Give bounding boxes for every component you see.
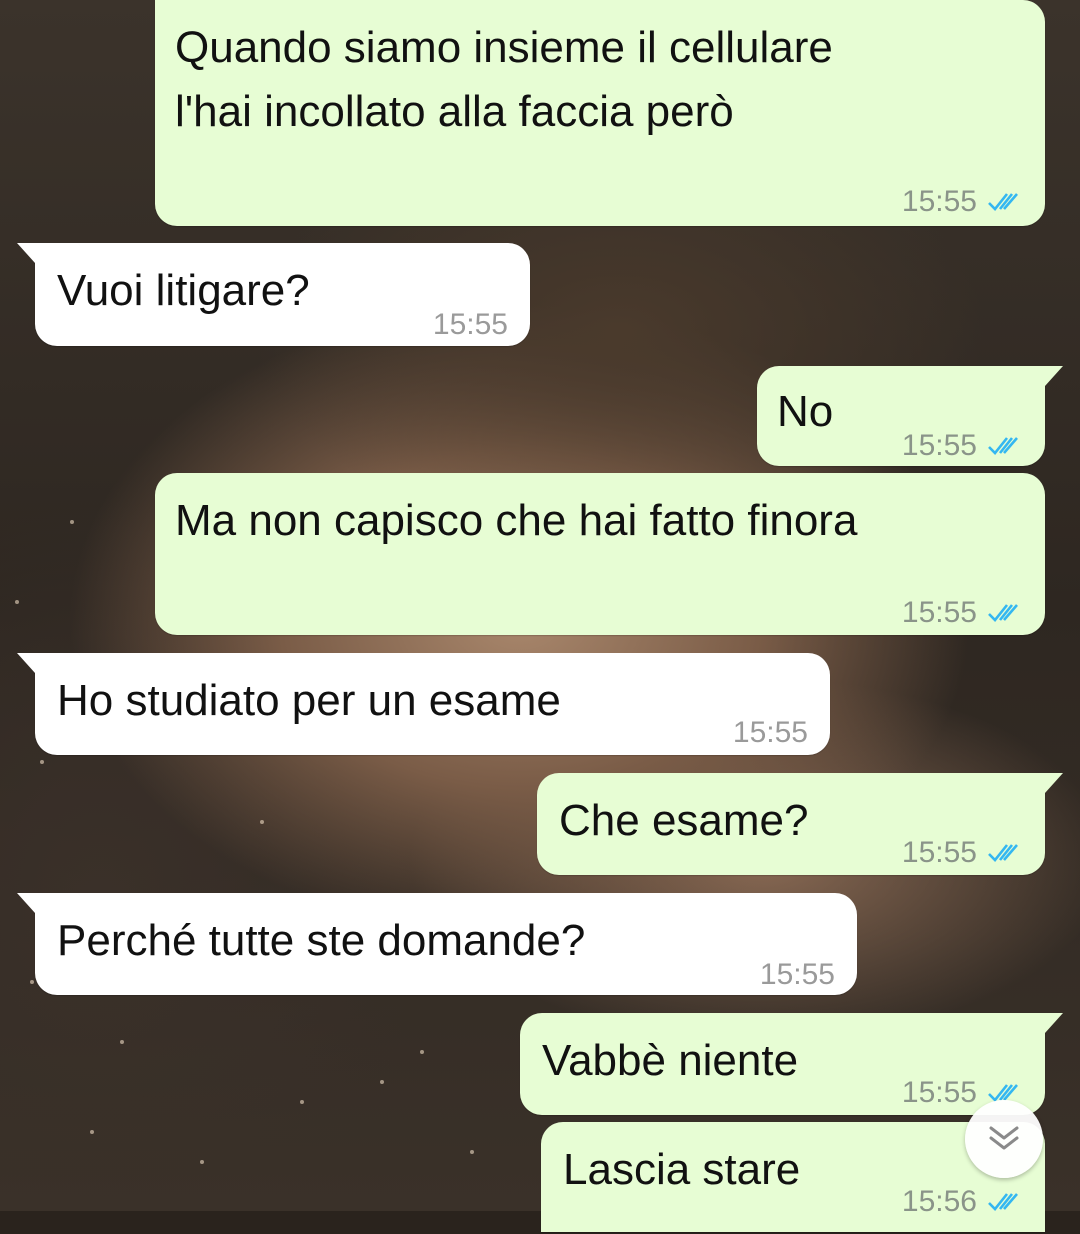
message-meta: 15:55: [902, 414, 1023, 478]
message-time: 15:55: [732, 716, 808, 749]
message-bubble-outgoing[interactable]: Vabbè niente 15:55: [520, 1013, 1063, 1115]
message-bubble-incoming[interactable]: Ho studiato per un esame 15:55: [17, 653, 830, 755]
message-text: l'hai incollato alla faccia però: [175, 87, 734, 136]
message-meta: 15:55: [733, 701, 808, 765]
message-time: 15:55: [759, 958, 835, 991]
message-bubble-outgoing[interactable]: Ma non capisco che hai fatto finora 15:5…: [155, 473, 1045, 635]
message-text: Vabbè niente: [542, 1036, 799, 1085]
message-text: Che esame?: [559, 796, 809, 845]
message-time: 15:55: [901, 429, 977, 462]
message-bubble-incoming[interactable]: Vuoi litigare? 15:55: [17, 243, 530, 346]
message-text: Ho studiato per un esame: [57, 676, 561, 725]
message-time: 15:55: [432, 308, 508, 341]
message-bubble-outgoing[interactable]: Che esame? 15:55: [537, 773, 1063, 875]
double-check-icon: [988, 844, 1018, 862]
message-time: 15:56: [901, 1185, 977, 1218]
message-text: Perché tutte ste domande?: [57, 916, 586, 965]
message-time: 15:55: [901, 596, 977, 629]
message-meta: 15:56: [902, 1170, 1023, 1234]
message-bubble-outgoing[interactable]: No 15:55: [757, 366, 1063, 466]
message-text: Quando siamo insieme il cellulare: [175, 23, 833, 72]
message-meta: 15:55: [433, 293, 508, 357]
message-text: No: [777, 387, 834, 436]
double-check-icon: [988, 604, 1018, 622]
double-check-icon: [988, 193, 1018, 211]
message-text: Lascia stare: [563, 1145, 801, 1194]
message-meta: 15:55: [760, 943, 835, 1007]
double-chevron-down-icon: [989, 1126, 1019, 1150]
message-meta: 15:55: [902, 581, 1023, 645]
message-bubble-outgoing[interactable]: Quando siamo insieme il cellulare l'hai …: [155, 0, 1045, 226]
message-bubble-incoming[interactable]: Perché tutte ste domande? 15:55: [17, 893, 857, 995]
message-text: Vuoi litigare?: [57, 266, 310, 315]
double-check-icon: [988, 437, 1018, 455]
message-meta: 15:55: [902, 821, 1023, 885]
message-time: 15:55: [901, 185, 977, 218]
message-time: 15:55: [901, 1076, 977, 1109]
scroll-to-bottom-button[interactable]: [965, 1100, 1043, 1178]
message-meta: 15:55: [902, 170, 1023, 234]
message-time: 15:55: [901, 836, 977, 869]
message-text: Ma non capisco che hai fatto finora: [175, 496, 858, 545]
double-check-icon: [988, 1193, 1018, 1211]
